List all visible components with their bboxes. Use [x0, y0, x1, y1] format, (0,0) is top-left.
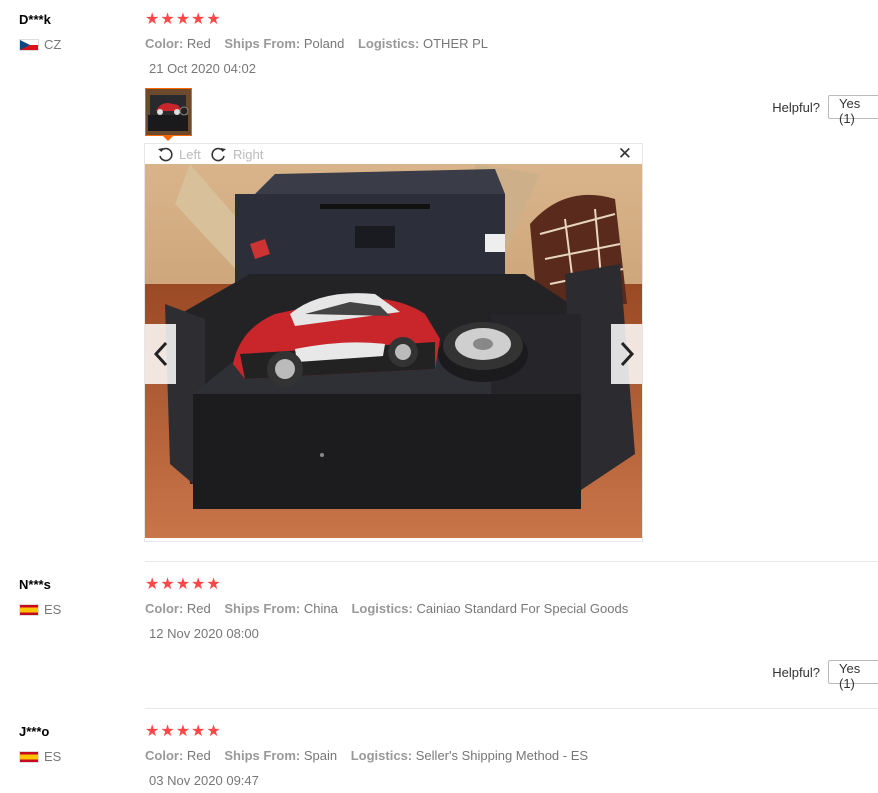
helpful-section: Helpful? Yes (1) — [772, 660, 878, 691]
star-icon: ★ — [206, 576, 221, 593]
star-icon: ★ — [206, 11, 221, 28]
review-date: 03 Nov 2020 09:47 — [149, 773, 259, 788]
reviewer-country: ES — [19, 749, 61, 764]
rotate-right-button[interactable]: Right — [211, 146, 263, 162]
rotate-left-label: Left — [179, 146, 201, 162]
review-photo-image — [145, 164, 642, 538]
rotate-left-button[interactable]: Left — [157, 146, 201, 162]
review-divider — [145, 708, 878, 709]
photo-viewer: Left Right ✕ — [144, 143, 643, 542]
logistics-value: Cainiao Standard For Special Goods — [416, 601, 629, 616]
star-rating: ★ ★ ★ ★ ★ — [145, 12, 221, 28]
helpful-label: Helpful? — [772, 664, 820, 680]
ships-from-value: Poland — [303, 36, 345, 51]
star-icon: ★ — [145, 576, 160, 593]
order-info: Color: Red Ships From: Poland Logistics:… — [145, 36, 498, 51]
order-info: Color: Red Ships From: China Logistics: … — [145, 601, 638, 616]
color-value: Red — [186, 36, 211, 51]
order-info: Color: Red Ships From: Spain Logistics: … — [145, 748, 598, 763]
rotate-left-icon — [158, 147, 173, 162]
thumbnail-pointer — [163, 136, 173, 141]
logistics-value: Seller's Shipping Method - ES — [415, 748, 589, 763]
country-code: CZ — [44, 37, 62, 52]
reviewer-name: D***k — [19, 12, 51, 27]
color-value: Red — [186, 601, 211, 616]
ships-from-key: Ships From: — [224, 36, 301, 51]
reviewer-country: CZ — [19, 37, 61, 52]
helpful-section: Helpful? Yes (1) — [772, 95, 878, 126]
reviewer-country: ES — [19, 602, 61, 617]
review-divider — [145, 561, 878, 562]
country-code: ES — [44, 602, 62, 617]
star-icon: ★ — [175, 723, 191, 740]
logistics-key: Logistics: — [357, 36, 420, 51]
star-icon: ★ — [191, 576, 206, 593]
helpful-yes-button[interactable]: Yes (1) — [828, 660, 878, 691]
spain-flag-icon — [19, 603, 39, 616]
color-key: Color: — [145, 748, 184, 763]
helpful-yes-button[interactable]: Yes (1) — [828, 95, 878, 126]
thumbnail-image — [146, 89, 191, 135]
ships-from-key: Ships From: — [224, 748, 301, 763]
star-rating: ★ ★ ★ ★ ★ — [145, 724, 221, 740]
logistics-key: Logistics: — [351, 601, 413, 616]
star-icon: ★ — [145, 723, 160, 740]
review-photo-thumbnail[interactable] — [145, 88, 192, 136]
logistics-key: Logistics: — [350, 748, 413, 763]
chevron-right-icon — [620, 341, 634, 367]
country-code: ES — [44, 749, 62, 764]
star-icon: ★ — [175, 11, 191, 28]
star-rating: ★ ★ ★ ★ ★ — [145, 577, 221, 593]
czech-flag-icon — [19, 38, 39, 51]
star-icon: ★ — [160, 723, 175, 740]
star-icon: ★ — [160, 576, 175, 593]
chevron-left-icon — [153, 341, 167, 367]
color-key: Color: — [145, 601, 184, 616]
rotate-right-label: Right — [233, 146, 264, 162]
review-photo — [145, 164, 642, 538]
ships-from-value: Spain — [303, 748, 338, 763]
spain-flag-icon — [19, 750, 39, 763]
star-icon: ★ — [191, 11, 206, 28]
review-date: 21 Oct 2020 04:02 — [149, 61, 256, 76]
star-icon: ★ — [145, 11, 160, 28]
star-icon: ★ — [191, 723, 206, 740]
next-photo-button[interactable] — [611, 324, 642, 384]
rotate-right-icon — [211, 147, 226, 162]
reviewer-name: J***o — [19, 724, 50, 739]
color-key: Color: — [145, 36, 184, 51]
helpful-label: Helpful? — [772, 99, 820, 115]
ships-from-value: China — [303, 601, 338, 616]
previous-photo-button[interactable] — [145, 324, 176, 384]
close-icon[interactable]: ✕ — [618, 144, 632, 164]
color-value: Red — [186, 748, 211, 763]
logistics-value: OTHER PL — [423, 36, 489, 51]
reviewer-name: N***s — [19, 577, 51, 592]
star-icon: ★ — [160, 11, 175, 28]
ships-from-key: Ships From: — [224, 601, 301, 616]
star-icon: ★ — [175, 576, 191, 593]
viewer-toolbar: Left Right ✕ — [145, 144, 642, 164]
star-icon: ★ — [206, 723, 221, 740]
review-date: 12 Nov 2020 08:00 — [149, 626, 259, 641]
